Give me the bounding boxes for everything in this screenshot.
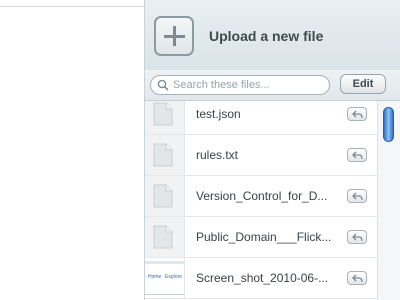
left-pane [0,0,144,300]
search-icon [157,79,169,91]
search-bar: Edit [145,70,400,101]
upload-header: Upload a new file [145,0,400,71]
file-name[interactable]: test.json [196,107,336,121]
reply-arrow-icon [352,274,363,283]
scrollbar[interactable] [377,101,400,300]
file-panel: Upload a new file Edit test.json [144,0,400,300]
document-icon [153,184,173,208]
screenshot-thumbnail: Home Explore [145,258,185,298]
thumbnail-bar [145,261,184,264]
file-thumbnail [145,101,185,134]
file-thumbnail [145,176,185,216]
file-thumbnail [145,135,185,175]
list-item[interactable]: test.json [145,101,377,135]
share-button[interactable] [347,107,367,121]
reply-arrow-icon [352,192,363,201]
list-item[interactable]: Home Explore Screen_shot_2010-06-... [145,258,377,299]
scrollbar-thumb[interactable] [383,107,394,142]
upload-button[interactable] [154,16,194,56]
share-button[interactable] [347,189,367,203]
document-icon [153,225,173,249]
thumbnail-text: Home [148,274,162,280]
divider [0,6,144,7]
plus-icon-bar [164,35,185,38]
list-item[interactable]: Public_Domain___Flick... [145,217,377,258]
search-input[interactable] [173,78,323,92]
search-box[interactable] [150,75,330,95]
reply-arrow-icon [352,151,363,160]
file-name[interactable]: Screen_shot_2010-06-... [196,271,336,285]
file-name[interactable]: Version_Control_for_D... [196,189,336,203]
upload-label[interactable]: Upload a new file [209,28,323,44]
reply-arrow-icon [352,233,363,242]
thumbnail-rule [145,294,184,295]
document-icon [153,102,173,126]
share-button[interactable] [347,230,367,244]
list-item[interactable]: Version_Control_for_D... [145,176,377,217]
list-item[interactable]: rules.txt [145,135,377,176]
file-thumbnail [145,217,185,257]
document-icon [153,143,173,167]
file-name[interactable]: rules.txt [196,148,336,162]
share-button[interactable] [347,271,367,285]
file-list: test.json rules.txt Version_Control_for_… [145,101,377,300]
share-button[interactable] [347,148,367,162]
thumbnail-text: Explore [165,274,182,280]
reply-arrow-icon [352,110,363,119]
file-name[interactable]: Public_Domain___Flick... [196,230,336,244]
edit-button[interactable]: Edit [340,74,386,94]
